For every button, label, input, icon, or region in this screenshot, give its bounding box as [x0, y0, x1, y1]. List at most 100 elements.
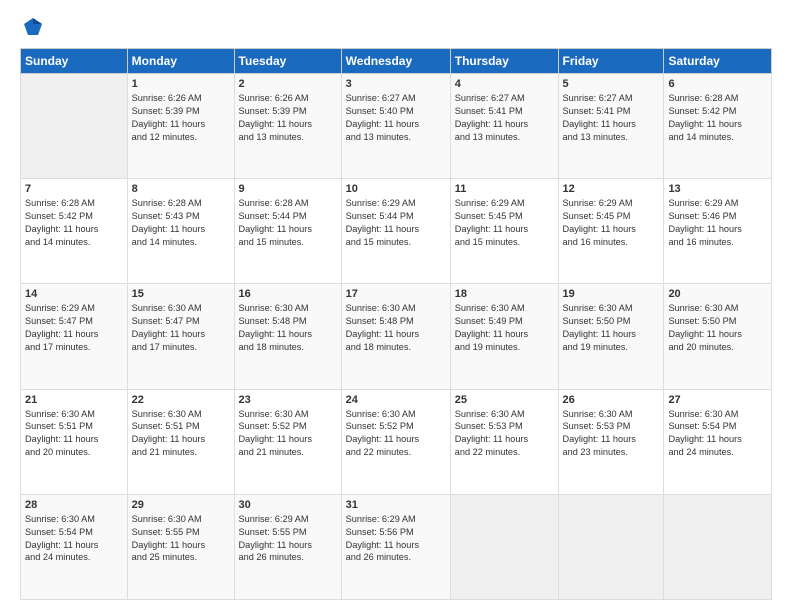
- col-header-monday: Monday: [127, 49, 234, 74]
- day-number: 30: [239, 499, 337, 511]
- day-number: 4: [455, 78, 554, 90]
- calendar-cell: 26 Sunrise: 6:30 AM Sunset: 5:53 PM Dayli…: [558, 389, 664, 494]
- calendar-cell: [450, 494, 558, 599]
- cell-content: Sunrise: 6:30 AM Sunset: 5:48 PM Dayligh…: [239, 302, 337, 354]
- week-row-2: 14 Sunrise: 6:29 AM Sunset: 5:47 PM Dayli…: [21, 284, 772, 389]
- day-number: 5: [563, 78, 660, 90]
- col-header-saturday: Saturday: [664, 49, 772, 74]
- calendar-cell: 7 Sunrise: 6:28 AM Sunset: 5:42 PM Daylig…: [21, 179, 128, 284]
- calendar-cell: 24Sunrise: 6:30 AM Sunset: 5:52 PM Dayli…: [341, 389, 450, 494]
- col-header-tuesday: Tuesday: [234, 49, 341, 74]
- calendar-cell: 10 Sunrise: 6:29 AM Sunset: 5:44 PM Dayli…: [341, 179, 450, 284]
- day-number: 27: [668, 394, 767, 406]
- calendar-cell: 18Sunrise: 6:30 AM Sunset: 5:49 PM Dayli…: [450, 284, 558, 389]
- week-row-4: 28 Sunrise: 6:30 AM Sunset: 5:54 PM Dayli…: [21, 494, 772, 599]
- col-header-wednesday: Wednesday: [341, 49, 450, 74]
- cell-content: Sunrise: 6:30 AM Sunset: 5:52 PM Dayligh…: [239, 408, 337, 460]
- cell-content: Sunrise: 6:26 AM Sunset: 5:39 PM Dayligh…: [239, 92, 337, 144]
- cell-content: Sunrise: 6:29 AM Sunset: 5:46 PM Dayligh…: [668, 197, 767, 249]
- day-number: 25: [455, 394, 554, 406]
- cell-content: Sunrise: 6:27 AM Sunset: 5:41 PM Dayligh…: [563, 92, 660, 144]
- day-number: 24: [346, 394, 446, 406]
- day-number: 11: [455, 183, 554, 195]
- calendar-cell: 4 Sunrise: 6:27 AM Sunset: 5:41 PM Daylig…: [450, 74, 558, 179]
- day-number: 18: [455, 288, 554, 300]
- day-number: 6: [668, 78, 767, 90]
- calendar-cell: [21, 74, 128, 179]
- calendar-cell: [664, 494, 772, 599]
- cell-content: Sunrise: 6:28 AM Sunset: 5:43 PM Dayligh…: [132, 197, 230, 249]
- calendar-cell: [558, 494, 664, 599]
- cell-content: Sunrise: 6:29 AM Sunset: 5:45 PM Dayligh…: [455, 197, 554, 249]
- calendar-cell: 25 Sunrise: 6:30 AM Sunset: 5:53 PM Dayli…: [450, 389, 558, 494]
- col-header-sunday: Sunday: [21, 49, 128, 74]
- day-number: 1: [132, 78, 230, 90]
- page: SundayMondayTuesdayWednesdayThursdayFrid…: [0, 0, 792, 612]
- calendar-cell: 29 Sunrise: 6:30 AM Sunset: 5:55 PM Dayli…: [127, 494, 234, 599]
- day-number: 13: [668, 183, 767, 195]
- calendar-cell: 3Sunrise: 6:27 AM Sunset: 5:40 PM Daylig…: [341, 74, 450, 179]
- cell-content: Sunrise: 6:27 AM Sunset: 5:41 PM Dayligh…: [455, 92, 554, 144]
- day-number: 15: [132, 288, 230, 300]
- calendar-cell: 9 Sunrise: 6:28 AM Sunset: 5:44 PM Daylig…: [234, 179, 341, 284]
- cell-content: Sunrise: 6:29 AM Sunset: 5:45 PM Dayligh…: [563, 197, 660, 249]
- cell-content: Sunrise: 6:29 AM Sunset: 5:44 PM Dayligh…: [346, 197, 446, 249]
- week-row-0: 1 Sunrise: 6:26 AM Sunset: 5:39 PM Daylig…: [21, 74, 772, 179]
- logo-icon: [22, 16, 44, 38]
- day-number: 29: [132, 499, 230, 511]
- calendar-cell: 22 Sunrise: 6:30 AM Sunset: 5:51 PM Dayli…: [127, 389, 234, 494]
- calendar-cell: 5 Sunrise: 6:27 AM Sunset: 5:41 PM Daylig…: [558, 74, 664, 179]
- day-number: 9: [239, 183, 337, 195]
- cell-content: Sunrise: 6:30 AM Sunset: 5:51 PM Dayligh…: [25, 408, 123, 460]
- day-number: 16: [239, 288, 337, 300]
- col-header-thursday: Thursday: [450, 49, 558, 74]
- calendar-cell: 2 Sunrise: 6:26 AM Sunset: 5:39 PM Daylig…: [234, 74, 341, 179]
- day-number: 8: [132, 183, 230, 195]
- day-number: 14: [25, 288, 123, 300]
- day-number: 23: [239, 394, 337, 406]
- cell-content: Sunrise: 6:29 AM Sunset: 5:47 PM Dayligh…: [25, 302, 123, 354]
- cell-content: Sunrise: 6:28 AM Sunset: 5:42 PM Dayligh…: [25, 197, 123, 249]
- header: [20, 16, 772, 38]
- calendar-cell: 21 Sunrise: 6:30 AM Sunset: 5:51 PM Dayli…: [21, 389, 128, 494]
- day-number: 19: [563, 288, 660, 300]
- calendar-cell: 1 Sunrise: 6:26 AM Sunset: 5:39 PM Daylig…: [127, 74, 234, 179]
- calendar-cell: 12 Sunrise: 6:29 AM Sunset: 5:45 PM Dayli…: [558, 179, 664, 284]
- day-number: 7: [25, 183, 123, 195]
- cell-content: Sunrise: 6:29 AM Sunset: 5:55 PM Dayligh…: [239, 513, 337, 565]
- day-number: 28: [25, 499, 123, 511]
- calendar-cell: 20 Sunrise: 6:30 AM Sunset: 5:50 PM Dayli…: [664, 284, 772, 389]
- cell-content: Sunrise: 6:30 AM Sunset: 5:51 PM Dayligh…: [132, 408, 230, 460]
- cell-content: Sunrise: 6:28 AM Sunset: 5:42 PM Dayligh…: [668, 92, 767, 144]
- calendar-cell: 11 Sunrise: 6:29 AM Sunset: 5:45 PM Dayli…: [450, 179, 558, 284]
- calendar-cell: 16 Sunrise: 6:30 AM Sunset: 5:48 PM Dayli…: [234, 284, 341, 389]
- calendar-cell: 14 Sunrise: 6:29 AM Sunset: 5:47 PM Dayli…: [21, 284, 128, 389]
- day-number: 10: [346, 183, 446, 195]
- cell-content: Sunrise: 6:30 AM Sunset: 5:53 PM Dayligh…: [563, 408, 660, 460]
- day-number: 20: [668, 288, 767, 300]
- col-header-friday: Friday: [558, 49, 664, 74]
- cell-content: Sunrise: 6:30 AM Sunset: 5:54 PM Dayligh…: [25, 513, 123, 565]
- cell-content: Sunrise: 6:30 AM Sunset: 5:50 PM Dayligh…: [563, 302, 660, 354]
- cell-content: Sunrise: 6:30 AM Sunset: 5:50 PM Dayligh…: [668, 302, 767, 354]
- day-number: 2: [239, 78, 337, 90]
- day-number: 21: [25, 394, 123, 406]
- calendar-table: SundayMondayTuesdayWednesdayThursdayFrid…: [20, 48, 772, 600]
- calendar-cell: 15 Sunrise: 6:30 AM Sunset: 5:47 PM Dayli…: [127, 284, 234, 389]
- day-number: 12: [563, 183, 660, 195]
- header-row: SundayMondayTuesdayWednesdayThursdayFrid…: [21, 49, 772, 74]
- cell-content: Sunrise: 6:26 AM Sunset: 5:39 PM Dayligh…: [132, 92, 230, 144]
- week-row-3: 21 Sunrise: 6:30 AM Sunset: 5:51 PM Dayli…: [21, 389, 772, 494]
- calendar-cell: 13 Sunrise: 6:29 AM Sunset: 5:46 PM Dayli…: [664, 179, 772, 284]
- cell-content: Sunrise: 6:30 AM Sunset: 5:53 PM Dayligh…: [455, 408, 554, 460]
- day-number: 17: [346, 288, 446, 300]
- cell-content: Sunrise: 6:28 AM Sunset: 5:44 PM Dayligh…: [239, 197, 337, 249]
- day-number: 22: [132, 394, 230, 406]
- cell-content: Sunrise: 6:30 AM Sunset: 5:54 PM Dayligh…: [668, 408, 767, 460]
- calendar-cell: 28 Sunrise: 6:30 AM Sunset: 5:54 PM Dayli…: [21, 494, 128, 599]
- day-number: 26: [563, 394, 660, 406]
- calendar-cell: 19 Sunrise: 6:30 AM Sunset: 5:50 PM Dayli…: [558, 284, 664, 389]
- cell-content: Sunrise: 6:30 AM Sunset: 5:47 PM Dayligh…: [132, 302, 230, 354]
- week-row-1: 7 Sunrise: 6:28 AM Sunset: 5:42 PM Daylig…: [21, 179, 772, 284]
- cell-content: Sunrise: 6:30 AM Sunset: 5:55 PM Dayligh…: [132, 513, 230, 565]
